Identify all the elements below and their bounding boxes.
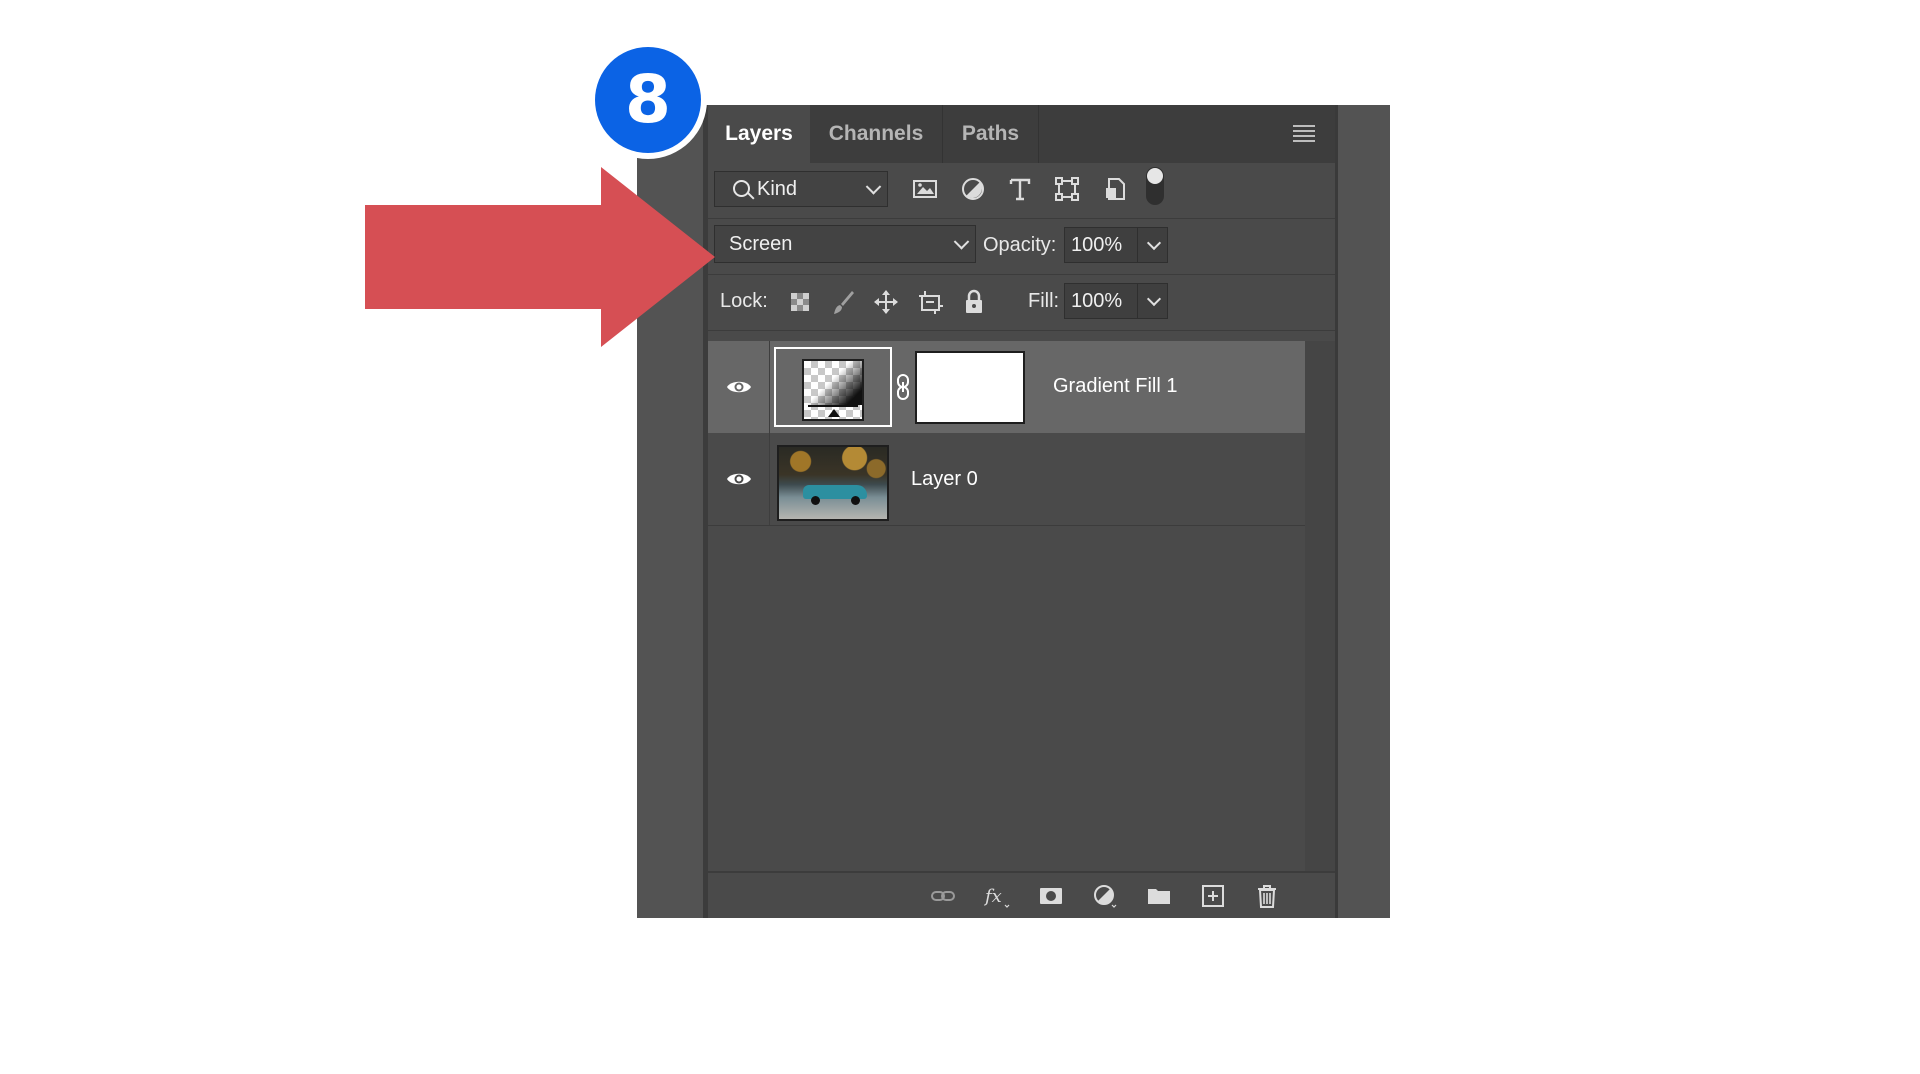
step-number: 8 (595, 47, 701, 153)
right-dock-strip (1335, 105, 1390, 918)
search-icon (733, 180, 750, 197)
step-badge: 8 (589, 41, 707, 159)
new-layer-icon[interactable] (1200, 883, 1226, 909)
delete-layer-icon[interactable] (1254, 883, 1280, 909)
layer-name[interactable]: Gradient Fill 1 (1053, 375, 1178, 398)
red-arrow-icon (365, 167, 715, 347)
filter-kind-label: Kind (757, 178, 798, 200)
tab-layers[interactable]: Layers (708, 105, 810, 163)
layer-mask-thumbnail[interactable] (915, 351, 1025, 424)
adjustment-filter-icon[interactable] (958, 173, 988, 205)
layer-row-gradient-fill[interactable]: Gradient Fill 1 (708, 341, 1305, 433)
layers-bottom-toolbar: fx (708, 871, 1335, 918)
panel-menu-icon[interactable] (1293, 125, 1315, 142)
fill-value: 100% (1071, 290, 1123, 312)
lock-transparent-pixels-icon[interactable] (786, 287, 814, 317)
panel-tab-bar: Layers Channels Paths (708, 105, 1335, 163)
visibility-toggle[interactable] (708, 433, 770, 525)
opacity-label: Opacity: (983, 234, 1057, 256)
lock-row: Lock: Fill: 100% (708, 275, 1335, 331)
eye-icon (727, 381, 751, 393)
layer-photo-thumbnail[interactable] (777, 445, 889, 521)
blend-row: Screen Opacity: 100% (708, 219, 1335, 275)
layers-scrollbar[interactable] (1305, 341, 1335, 871)
opacity-value: 100% (1071, 234, 1123, 256)
layer-name[interactable]: Layer 0 (911, 468, 978, 491)
eye-icon (727, 473, 751, 485)
filter-row: Kind (708, 163, 1335, 219)
filter-kind-dropdown[interactable]: Kind (714, 171, 888, 207)
visibility-toggle[interactable] (708, 341, 770, 433)
blend-mode-dropdown[interactable]: Screen (714, 225, 976, 263)
lock-artboard-icon[interactable] (916, 287, 944, 317)
link-layers-icon[interactable] (930, 883, 956, 909)
smart-object-filter-icon[interactable] (1100, 173, 1130, 205)
lock-image-pixels-icon[interactable] (830, 287, 858, 317)
type-filter-icon[interactable] (1005, 173, 1035, 205)
shape-filter-icon[interactable] (1052, 173, 1082, 205)
chevron-down-icon (1146, 235, 1162, 251)
blend-mode-value: Screen (729, 233, 793, 255)
add-mask-icon[interactable] (1038, 883, 1064, 909)
filter-toggle[interactable] (1146, 167, 1164, 205)
chevron-down-icon (865, 179, 882, 195)
image-filter-icon[interactable] (910, 173, 940, 205)
layer-row-layer-0[interactable]: Layer 0 (708, 433, 1305, 526)
chevron-down-icon (953, 234, 970, 250)
chain-link-icon[interactable] (896, 373, 910, 401)
chevron-down-icon (1146, 291, 1162, 307)
opacity-field[interactable]: 100% (1064, 227, 1168, 263)
new-group-icon[interactable] (1146, 883, 1172, 909)
tab-channels[interactable]: Channels (810, 105, 943, 163)
fill-field[interactable]: 100% (1064, 283, 1168, 319)
svg-text:fx: fx (984, 886, 1002, 907)
new-adjustment-icon[interactable] (1092, 883, 1118, 909)
lock-label: Lock: (720, 290, 768, 312)
fill-label: Fill: (1028, 290, 1060, 312)
gradient-fill-icon (802, 359, 864, 421)
gradient-layer-thumbnail[interactable] (774, 347, 892, 427)
tab-paths[interactable]: Paths (943, 105, 1039, 163)
fx-icon[interactable]: fx (984, 883, 1010, 909)
lock-all-icon[interactable] (960, 287, 988, 317)
lock-position-icon[interactable] (872, 287, 900, 317)
